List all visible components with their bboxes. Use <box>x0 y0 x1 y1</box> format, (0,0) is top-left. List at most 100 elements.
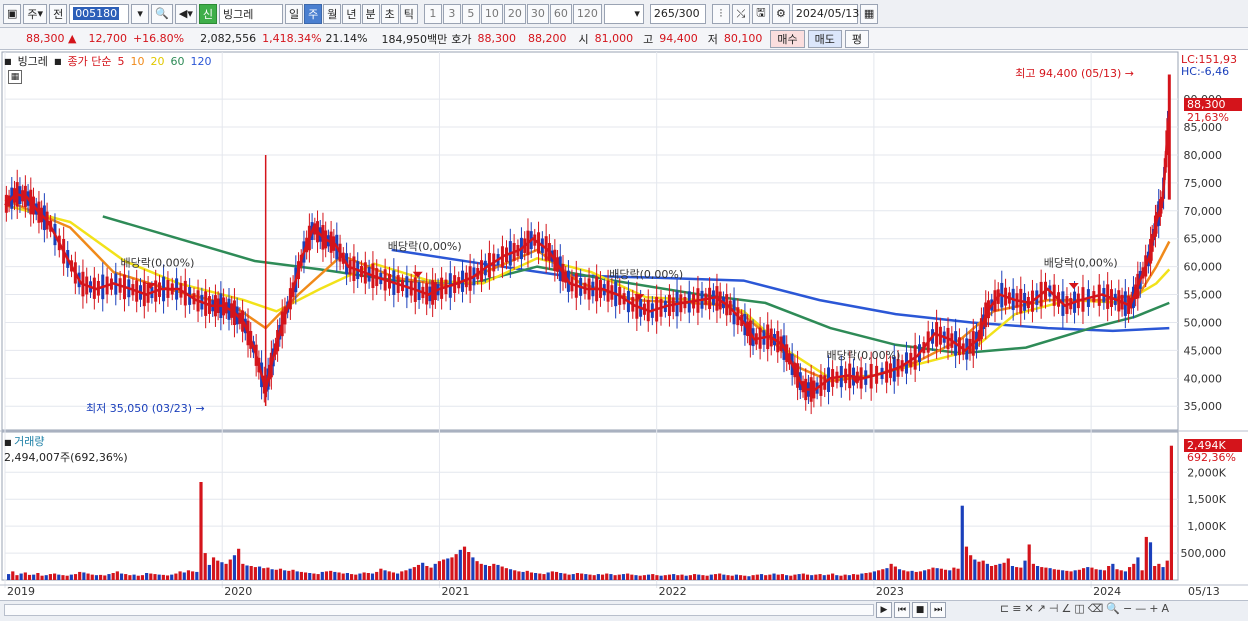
volume-bar <box>805 574 810 580</box>
volume-bar <box>228 559 232 580</box>
volume-bar <box>94 575 99 580</box>
volume-bar <box>145 573 149 580</box>
volume-bar <box>182 572 186 580</box>
volume-bar <box>232 555 237 580</box>
interval-tab-60[interactable]: 60 <box>549 3 572 24</box>
zoom-out-icon[interactable]: − <box>1123 602 1132 615</box>
date-input[interactable]: 2024/05/13 <box>791 3 859 24</box>
type-select[interactable]: 주 ▾ <box>23 3 48 24</box>
high-price: 94,400 <box>659 32 698 45</box>
window-icon[interactable]: ▣ <box>3 3 22 24</box>
dividend-label: 배당락(0,00%) <box>388 240 462 253</box>
volume-bar <box>408 568 412 580</box>
volume-bar <box>266 567 270 580</box>
low-price: 80,100 <box>723 32 763 45</box>
ma-line-ma5 <box>4 108 1171 391</box>
bar-count-input[interactable]: 265/300 <box>649 3 706 24</box>
volume-bar <box>278 568 283 580</box>
interval-dropdown[interactable]: ▾ <box>603 3 644 24</box>
grid-toggle-icon[interactable]: ▦ <box>8 70 22 84</box>
volume-bar <box>157 574 161 580</box>
average-button[interactable]: 평 <box>844 29 869 48</box>
change-percent: +16.80% <box>132 32 185 45</box>
period-tab-2[interactable]: 월 <box>323 3 342 24</box>
interval-tab-120[interactable]: 120 <box>572 3 602 24</box>
volume-bar <box>186 570 191 580</box>
price-tick-label: 75,000 <box>1184 177 1223 190</box>
period-tab-1[interactable]: 주 <box>304 3 323 24</box>
price-chart[interactable]: 90,00085,00080,00075,00070,00065,00060,0… <box>0 50 1248 600</box>
zoom-reset-icon[interactable]: — <box>1135 602 1146 615</box>
volume-bar <box>82 572 86 580</box>
period-tab-3[interactable]: 년 <box>342 3 361 24</box>
interval-tab-3[interactable]: 3 <box>442 3 461 24</box>
search-icon[interactable]: 🔍 <box>151 3 173 24</box>
trend-tool-icon[interactable]: ↗ <box>1037 602 1046 615</box>
volume-bar <box>943 569 948 580</box>
volume-bar <box>977 561 981 580</box>
gear-icon[interactable]: ⚙ <box>771 3 790 24</box>
shape-tool-icon[interactable]: ◫ <box>1074 602 1084 615</box>
volume-bar <box>207 564 211 580</box>
volume-bar <box>1144 536 1148 580</box>
dividend-label: 배당락(0,00%) <box>609 268 683 281</box>
volume-bar <box>592 575 596 580</box>
volume-bar <box>831 573 835 580</box>
cross-tool-icon[interactable]: ✕ <box>1024 602 1033 615</box>
angle-tool-icon[interactable]: ∠ <box>1061 602 1071 615</box>
crosshair-icon[interactable]: ⤯ <box>731 3 750 24</box>
dropdown-icon[interactable]: ▾ <box>131 3 150 24</box>
volume-bar <box>580 573 584 580</box>
volume-title: 거래량 <box>14 435 45 448</box>
zoom-in-icon[interactable]: + <box>1149 602 1158 615</box>
play-icon[interactable]: ▶ <box>876 602 892 618</box>
save-icon[interactable]: 🖫 <box>751 3 770 24</box>
candle-icon[interactable]: ⫶ <box>711 3 730 24</box>
text-tool-icon[interactable]: ⊣ <box>1049 602 1059 615</box>
rewind-icon[interactable]: ⏮ <box>894 602 910 618</box>
period-tab-5[interactable]: 초 <box>380 3 399 24</box>
fib-tool-icon[interactable]: ≡ <box>1012 602 1021 615</box>
volume-bar <box>814 574 818 580</box>
sell-button[interactable]: 매도 <box>807 29 842 48</box>
volume-bar <box>759 574 764 580</box>
eraser-icon[interactable]: ⌫ <box>1088 602 1104 615</box>
interval-tab-5[interactable]: 5 <box>461 3 480 24</box>
interval-tab-20[interactable]: 20 <box>503 3 526 24</box>
open-label: 시 <box>578 32 589 46</box>
prev-button[interactable]: 전 <box>49 3 68 24</box>
scrollbar[interactable] <box>4 604 874 616</box>
interval-tab-30[interactable]: 30 <box>526 3 549 24</box>
period-tab-4[interactable]: 분 <box>361 3 380 24</box>
stop-icon[interactable]: ■ <box>912 602 928 618</box>
period-tab-0[interactable]: 일 <box>285 3 304 24</box>
volume-bar <box>1031 563 1035 580</box>
x-tick-label: 2021 <box>441 585 469 598</box>
speaker-icon[interactable]: ◀▾ <box>174 3 197 24</box>
period-tab-6[interactable]: 틱 <box>399 3 418 24</box>
buy-button[interactable]: 매수 <box>770 29 805 48</box>
forward-icon[interactable]: ⏭ <box>930 602 946 618</box>
volume-bar <box>734 574 738 580</box>
low-label: 저 <box>707 32 718 46</box>
auto-icon[interactable]: A <box>1161 602 1169 615</box>
x-tick-label: 2020 <box>224 585 252 598</box>
volume-bar <box>964 546 969 580</box>
dividend-label: 배당락(0,00%) <box>1044 257 1118 270</box>
volume-bar <box>646 574 651 580</box>
line-tool-icon[interactable]: ⊏ <box>1000 602 1009 615</box>
change-amount: 12,700 <box>88 32 127 45</box>
price-panel-frame <box>1 51 1179 431</box>
volume-bar <box>400 571 404 580</box>
interval-tab-1[interactable]: 1 <box>423 3 442 24</box>
interval-tab-10[interactable]: 10 <box>480 3 503 24</box>
calendar-icon[interactable]: ▦ <box>859 3 879 24</box>
stock-code-input[interactable]: 005180 <box>69 3 130 24</box>
volume-bar <box>584 574 588 580</box>
volume-bar <box>851 574 856 580</box>
stock-name-field[interactable]: 빙그레 <box>219 3 283 24</box>
volume-bar <box>513 570 517 580</box>
zoom-icon[interactable]: 🔍 <box>1106 602 1120 615</box>
volume-bar <box>571 574 575 580</box>
volume-bar <box>772 573 776 580</box>
